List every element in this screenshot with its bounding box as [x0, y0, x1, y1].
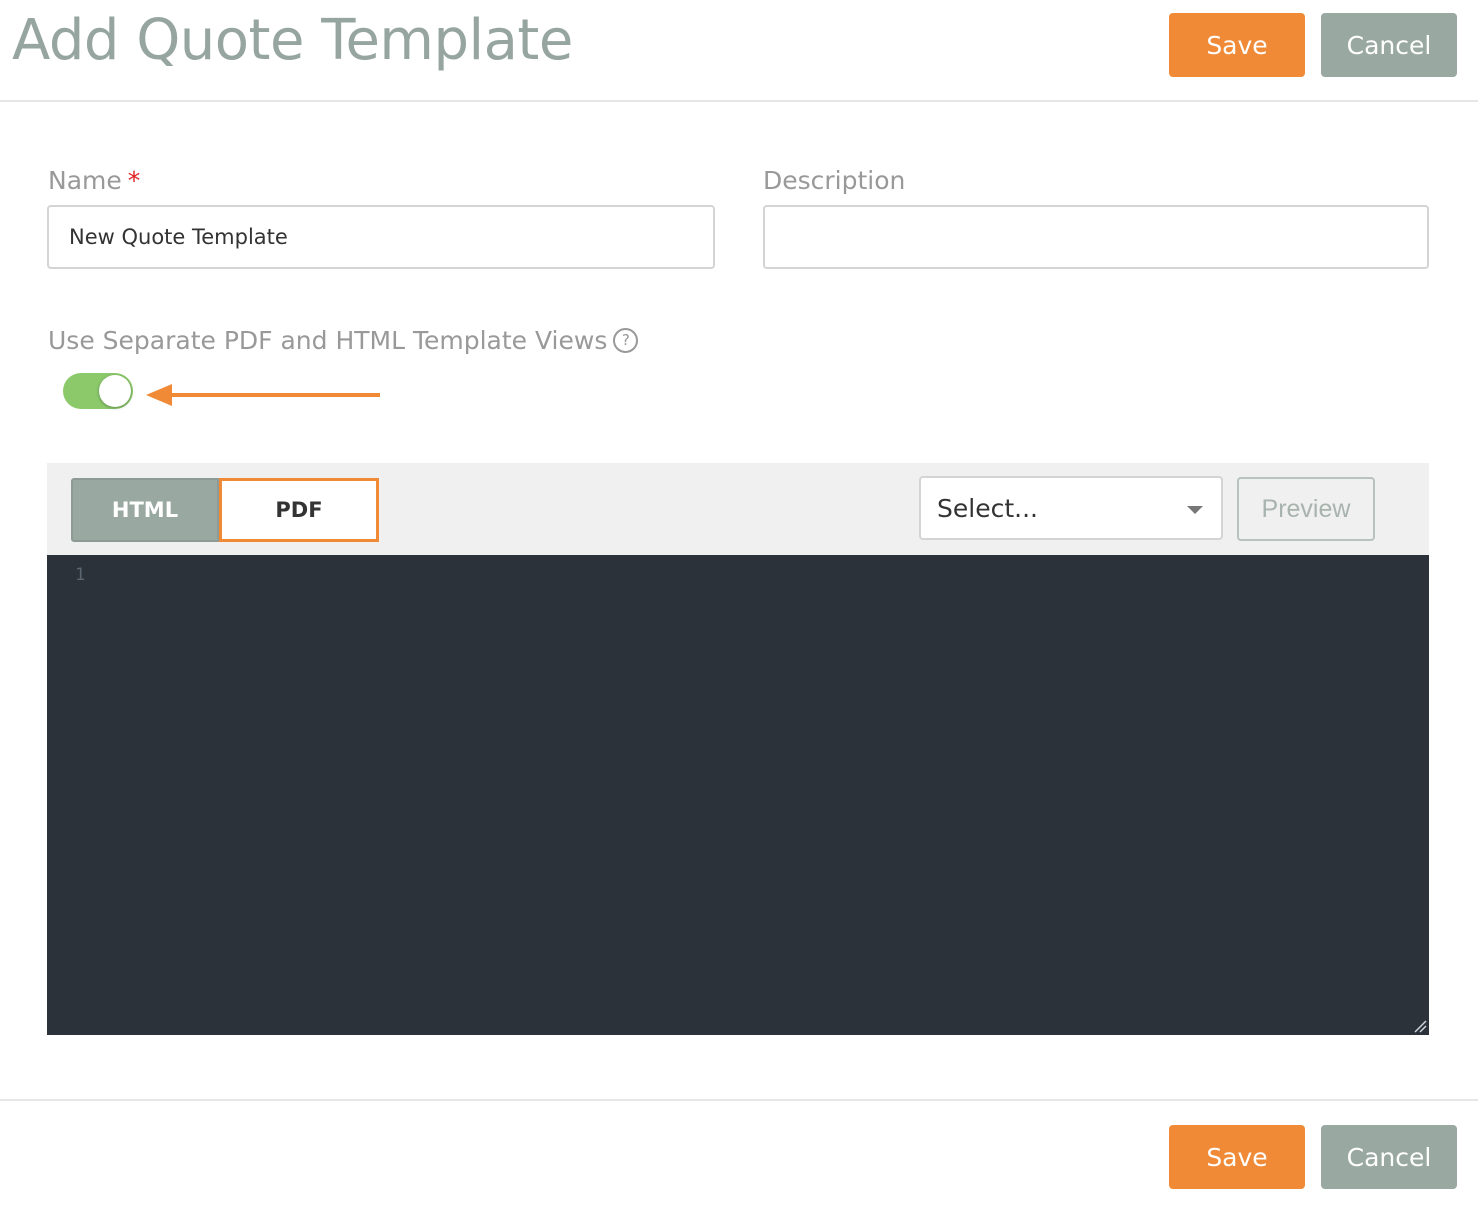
line-number: 1 — [75, 565, 86, 585]
page-header: Add Quote Template Save Cancel — [0, 0, 1478, 102]
tab-pdf[interactable]: PDF — [219, 478, 379, 542]
code-editor[interactable]: 1 — [47, 555, 1429, 1035]
separate-views-label: Use Separate PDF and HTML Template Views… — [48, 326, 639, 355]
footer-save-button[interactable]: Save — [1169, 1125, 1305, 1189]
resize-handle-icon[interactable] — [1413, 1019, 1427, 1033]
description-field-label: Description — [763, 166, 906, 195]
tab-html[interactable]: HTML — [71, 478, 219, 542]
preview-button[interactable]: Preview — [1237, 477, 1375, 541]
name-label-text: Name — [48, 166, 122, 195]
toggle-knob — [99, 375, 131, 407]
header-save-button[interactable]: Save — [1169, 13, 1305, 77]
help-icon[interactable]: ? — [613, 327, 639, 353]
name-field-label: Name * — [48, 166, 140, 195]
caret-down-icon — [1187, 506, 1203, 514]
header-cancel-button[interactable]: Cancel — [1321, 13, 1457, 77]
page-title: Add Quote Template — [12, 8, 573, 73]
select-value: Select... — [937, 493, 1038, 523]
annotation-arrow-icon — [146, 384, 380, 406]
required-marker: * — [127, 166, 141, 195]
separate-views-toggle[interactable] — [63, 373, 133, 409]
separate-views-label-text: Use Separate PDF and HTML Template Views — [48, 326, 608, 355]
description-input[interactable] — [763, 205, 1429, 269]
footer-cancel-button[interactable]: Cancel — [1321, 1125, 1457, 1189]
template-select[interactable]: Select... — [919, 476, 1223, 540]
editor-toolbar: HTML PDF Select... Preview — [47, 463, 1429, 555]
footer-divider — [0, 1099, 1478, 1101]
name-input[interactable] — [47, 205, 715, 269]
